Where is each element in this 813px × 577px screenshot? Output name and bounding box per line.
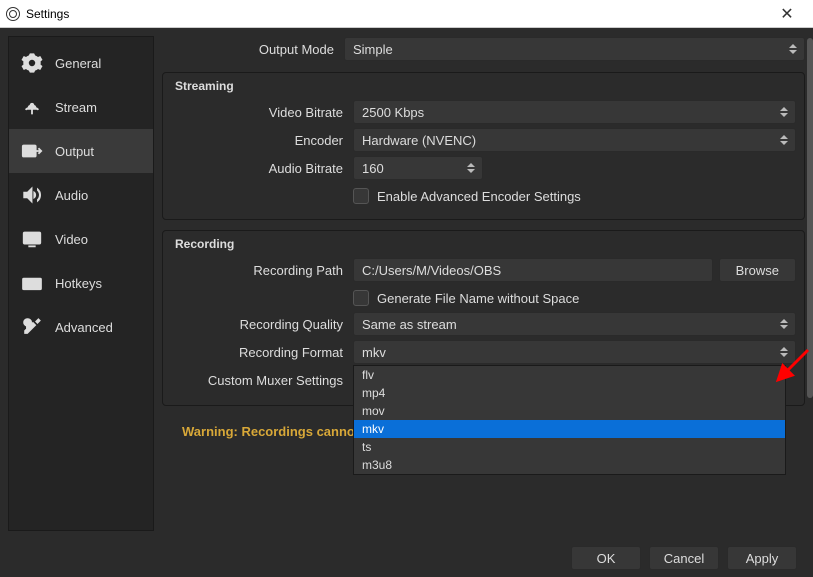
sidebar-item-advanced[interactable]: Advanced: [9, 305, 153, 349]
ok-button[interactable]: OK: [571, 546, 641, 570]
combo-arrows-icon: [784, 38, 802, 60]
sidebar-item-label: General: [55, 56, 101, 71]
video-bitrate-input[interactable]: 2500 Kbps: [353, 100, 796, 124]
tools-icon: [19, 316, 45, 338]
recording-quality-select[interactable]: Same as stream: [353, 312, 796, 336]
sidebar-item-output[interactable]: Output: [9, 129, 153, 173]
sidebar-item-hotkeys[interactable]: Hotkeys: [9, 261, 153, 305]
recording-section: Recording Recording Path C:/Users/M/Vide…: [162, 230, 805, 406]
filename-no-space-checkbox[interactable]: [353, 290, 369, 306]
muxer-settings-label: Custom Muxer Settings: [171, 373, 353, 388]
apply-button[interactable]: Apply: [727, 546, 797, 570]
recording-format-label: Recording Format: [171, 345, 353, 360]
sidebar-item-label: Hotkeys: [55, 276, 102, 291]
format-option[interactable]: flv: [354, 366, 785, 384]
recording-path-label: Recording Path: [171, 263, 353, 278]
sidebar-item-label: Advanced: [55, 320, 113, 335]
output-icon: [19, 140, 45, 162]
output-mode-label: Output Mode: [162, 42, 344, 57]
recording-quality-label: Recording Quality: [171, 317, 353, 332]
format-option[interactable]: mkv: [354, 420, 785, 438]
audio-bitrate-label: Audio Bitrate: [171, 161, 353, 176]
format-option[interactable]: m3u8: [354, 456, 785, 474]
recording-format-select[interactable]: mkv: [353, 340, 796, 364]
antenna-icon: [19, 96, 45, 118]
browse-button[interactable]: Browse: [719, 258, 796, 282]
combo-arrows-icon: [462, 157, 480, 179]
format-option[interactable]: mov: [354, 402, 785, 420]
close-button[interactable]: ✕: [767, 0, 807, 28]
enable-advanced-encoder-label: Enable Advanced Encoder Settings: [377, 189, 581, 204]
monitor-icon: [19, 228, 45, 250]
format-option[interactable]: ts: [354, 438, 785, 456]
sidebar-item-label: Stream: [55, 100, 97, 115]
combo-arrows-icon: [775, 313, 793, 335]
video-bitrate-label: Video Bitrate: [171, 105, 353, 120]
sidebar: General Stream Output Audio Video: [8, 36, 154, 531]
enable-advanced-encoder-checkbox[interactable]: [353, 188, 369, 204]
filename-no-space-label: Generate File Name without Space: [377, 291, 579, 306]
sidebar-item-label: Video: [55, 232, 88, 247]
window-title: Settings: [26, 7, 767, 21]
output-mode-select[interactable]: Simple: [344, 37, 805, 61]
encoder-select[interactable]: Hardware (NVENC): [353, 128, 796, 152]
recording-title: Recording: [171, 237, 796, 257]
sidebar-item-label: Output: [55, 144, 94, 159]
format-option[interactable]: mp4: [354, 384, 785, 402]
recording-path-input[interactable]: C:/Users/M/Videos/OBS: [353, 258, 713, 282]
footer: OK Cancel Apply: [0, 539, 813, 577]
gear-icon: [19, 52, 45, 74]
sidebar-item-label: Audio: [55, 188, 88, 203]
obs-icon: [6, 7, 20, 21]
cancel-button[interactable]: Cancel: [649, 546, 719, 570]
combo-arrows-icon: [775, 129, 793, 151]
sidebar-item-general[interactable]: General: [9, 41, 153, 85]
spin-arrows-icon: [775, 101, 793, 123]
recording-format-dropdown: flv mp4 mov mkv ts m3u8: [353, 365, 786, 475]
sidebar-item-stream[interactable]: Stream: [9, 85, 153, 129]
sidebar-item-video[interactable]: Video: [9, 217, 153, 261]
keyboard-icon: [19, 272, 45, 294]
streaming-title: Streaming: [171, 79, 796, 99]
audio-bitrate-select[interactable]: 160: [353, 156, 483, 180]
main-content: Output Mode Simple Streaming Video Bitra…: [162, 28, 813, 539]
sidebar-item-audio[interactable]: Audio: [9, 173, 153, 217]
encoder-label: Encoder: [171, 133, 353, 148]
combo-arrows-icon: [775, 341, 793, 363]
titlebar: Settings ✕: [0, 0, 813, 28]
streaming-section: Streaming Video Bitrate 2500 Kbps Encode…: [162, 72, 805, 220]
speaker-icon: [19, 184, 45, 206]
scrollbar[interactable]: [807, 38, 813, 438]
scrollbar-thumb[interactable]: [807, 38, 813, 398]
